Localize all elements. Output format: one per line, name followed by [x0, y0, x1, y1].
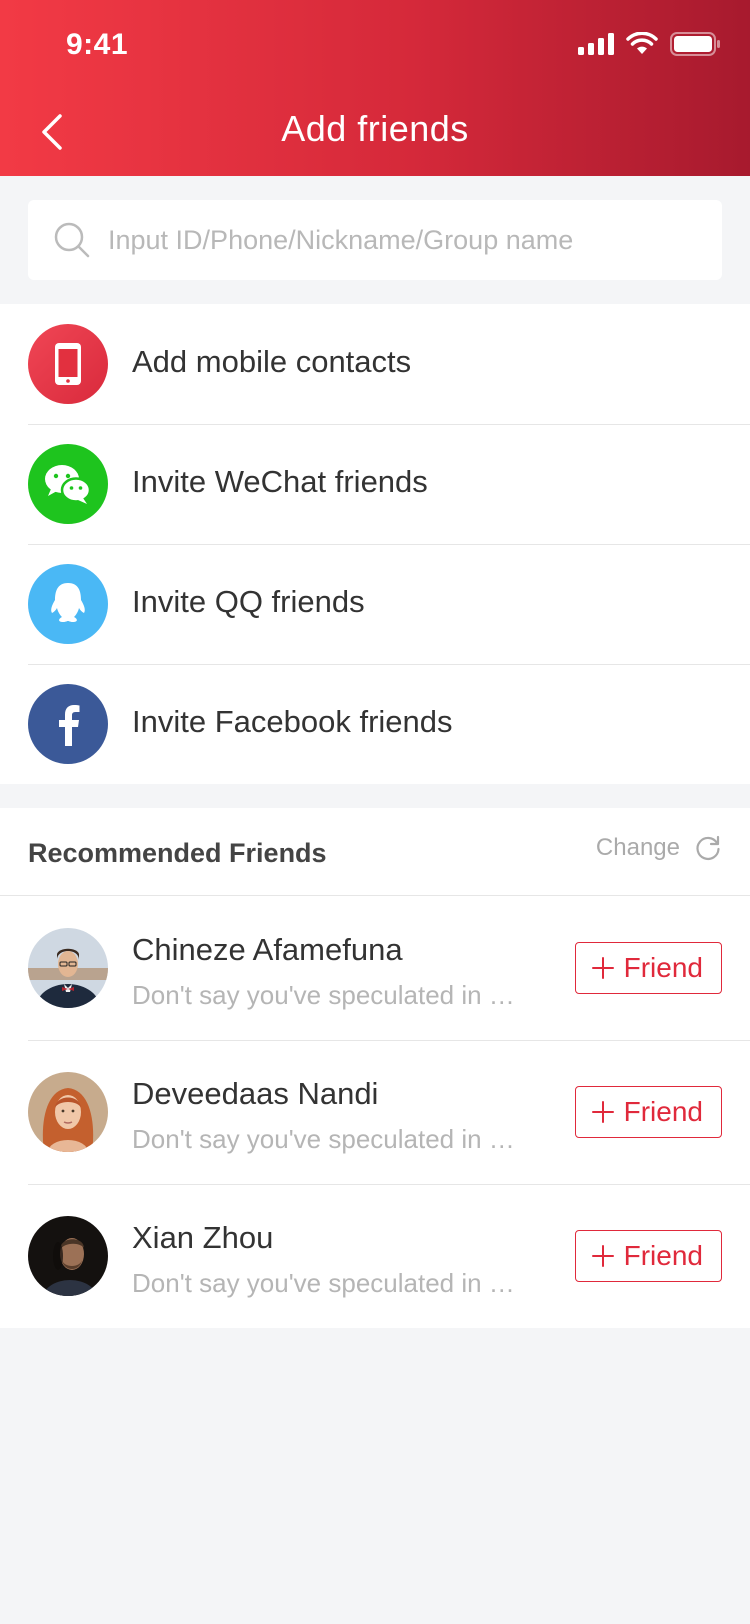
friend-description: Don't say you've speculated in … — [132, 1268, 515, 1298]
change-button[interactable]: Change — [596, 834, 722, 862]
add-friend-label: Friend — [623, 1240, 703, 1271]
header: 9:41 Add friends — [0, 0, 750, 176]
wechat-icon — [28, 444, 108, 524]
refresh-icon — [696, 835, 720, 861]
signal-icon — [578, 33, 614, 55]
search-input[interactable] — [108, 200, 708, 280]
friend-name: Deveedaas Nandi — [132, 1076, 379, 1111]
plus-icon — [591, 957, 614, 979]
add-friend-button[interactable]: Friend — [574, 942, 722, 994]
qq-icon — [28, 564, 108, 644]
action-label: Invite Facebook friends — [132, 704, 453, 739]
friend-name: Xian Zhou — [132, 1220, 274, 1255]
page-title: Add friends — [281, 108, 469, 149]
friend-description: Don't say you've speculated in … — [132, 980, 515, 1010]
recommended-header: Recommended Friends Change — [0, 808, 750, 896]
change-label: Change — [595, 834, 680, 861]
status-time: 9:41 — [66, 28, 129, 61]
action-label: Invite QQ friends — [132, 584, 365, 619]
invite-wechat-row[interactable]: Invite WeChat friends — [0, 424, 750, 544]
search-bar[interactable] — [28, 200, 722, 280]
friend-row: Xian Zhou Don't say you've speculated in… — [0, 1184, 750, 1328]
wifi-icon — [626, 32, 658, 54]
add-friend-label: Friend — [623, 1096, 703, 1127]
avatar[interactable] — [28, 1216, 108, 1296]
add-friend-button[interactable]: Friend — [574, 1230, 722, 1282]
friend-description: Don't say you've speculated in … — [132, 1124, 515, 1154]
recommended-friends-section: Recommended Friends Change Chineze Afame… — [0, 808, 750, 1328]
facebook-icon — [28, 684, 108, 764]
section-title: Recommended Friends — [28, 838, 327, 868]
plus-icon — [591, 1245, 614, 1267]
add-mobile-contacts-row[interactable]: Add mobile contacts — [0, 304, 750, 424]
add-friend-button[interactable]: Friend — [574, 1086, 722, 1138]
friend-row: Chineze Afamefuna Don't say you've specu… — [0, 896, 750, 1040]
add-friend-label: Friend — [623, 952, 703, 983]
invite-qq-row[interactable]: Invite QQ friends — [0, 544, 750, 664]
action-label: Invite WeChat friends — [132, 464, 428, 499]
search-icon — [54, 222, 90, 258]
avatar[interactable] — [28, 1072, 108, 1152]
friend-name: Chineze Afamefuna — [132, 932, 403, 967]
avatar[interactable] — [28, 928, 108, 1008]
plus-icon — [591, 1101, 614, 1123]
invite-options: Add mobile contacts Invite WeChat friend… — [0, 304, 750, 784]
mobile-phone-icon — [28, 324, 108, 404]
battery-icon — [670, 32, 720, 56]
invite-facebook-row[interactable]: Invite Facebook friends — [0, 664, 750, 784]
friend-row: Deveedaas Nandi Don't say you've specula… — [0, 1040, 750, 1184]
action-label: Add mobile contacts — [132, 344, 412, 379]
status-icons — [578, 32, 720, 56]
